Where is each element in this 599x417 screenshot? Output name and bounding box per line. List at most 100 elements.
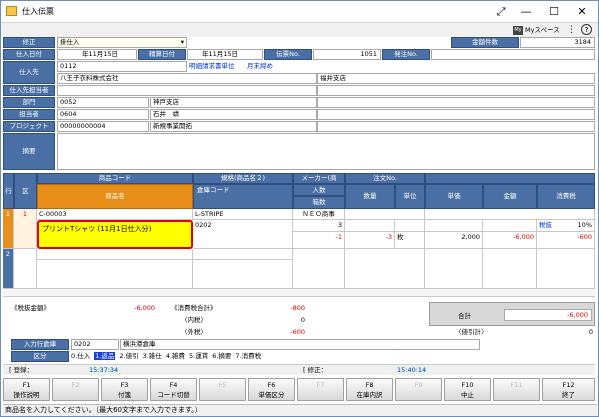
row2-name[interactable] [37,260,193,289]
row1-chumon[interactable] [345,209,425,220]
col-kikaku: 規格(商品名２) [193,173,293,184]
shiiresaki-tantosha-label: 仕入先担当者 [3,85,55,96]
shiiresaki-label: 仕入先 [3,61,55,84]
toroku-label: [ 登録： [9,366,34,374]
project-code-field[interactable]: 00000000004 [57,121,149,132]
myspace-label: Myスペース [525,26,560,34]
row1-shohizei[interactable]: -600 [537,232,595,249]
f6-button[interactable]: F6 単価区分 [248,378,295,401]
row1-maker[interactable]: ＮＥＯ商事 [293,209,345,220]
kubun-option-7[interactable]: 7.消費税 [235,352,261,360]
f5-button[interactable]: F5 [199,378,246,401]
col-irisu: 入数 [293,184,345,196]
row1-kingaku[interactable]: -6,000 [483,232,537,249]
app-window: 仕入伝票 ⤢ — ☐ ✕ My Myスペース ⋮ ? 修正 掛仕入 ▾ 金額件数 … [0,0,599,417]
row1-kikaku[interactable]: L-STRIPE [193,209,293,220]
shiiresaki-code-field[interactable]: 0112 [57,61,187,72]
kubun-option-5[interactable]: 5.運賃 [189,352,208,360]
f1-button[interactable]: F1 操作説明 [3,378,50,401]
f7-button[interactable]: F7 [297,378,344,401]
kubun-option-6[interactable]: 6.摘要 [212,352,231,360]
tanto-label: 担当者 [3,109,55,120]
minimize-button[interactable]: — [511,2,541,21]
myspace-icon: My [513,25,523,35]
zeinuki-value: -6,000 [134,304,155,312]
row2-shohizei[interactable] [537,249,595,289]
f12-button[interactable]: F12 終了 [542,378,595,401]
menu-icon[interactable]: ⋮ [567,24,576,36]
chevron-down-icon: ▾ [180,38,184,46]
row2-soko[interactable] [193,260,293,289]
kubun-option-2[interactable]: 2.値引 [119,352,138,360]
f2-button[interactable]: F2 [52,378,99,401]
row2-kikaku[interactable] [193,249,293,260]
row1-tani[interactable]: 枚 [395,232,425,249]
tanto-code-field[interactable]: 0604 [57,109,149,120]
col-shohin-mei: 商品名 [37,184,193,209]
row1-tanka[interactable]: 2,000 [425,232,483,249]
kubun-option-3[interactable]: 3.雑仕 [143,352,162,360]
shiiresaki-tantosha-field[interactable] [57,85,317,96]
shohizei-total-value: -800 [290,304,305,312]
project-extra [317,121,595,132]
row2-code[interactable] [37,249,193,260]
kubun-option-1[interactable]: 1.返品 [94,352,116,360]
zeinuki-label: 《税抜金額》 [11,304,50,312]
shiire-kubun-value: 掛仕入 [60,38,80,46]
uchizei-label: 〈内税〉 [181,316,207,324]
row1-zei-rate: 10% [577,221,592,229]
row2-kingaku[interactable] [483,249,537,289]
row1-zei-info[interactable]: 税抜 10% [537,220,595,232]
hacchu-field[interactable] [431,49,595,60]
row1-code[interactable]: C-00003 [37,209,193,220]
denpyo-field[interactable]: 1051 [313,49,381,60]
kubun-option-0[interactable]: 0.仕入 [71,352,90,360]
row2-no[interactable]: 2 [3,249,14,289]
shiire-kubun-select[interactable]: 掛仕入 ▾ [57,37,187,48]
f10-button[interactable]: F10 中止 [444,378,491,401]
function-key-bar: F1 操作説明 F2 F3 付箋 F4 コード切替 F5 F6 単価区分 F7 F8 在庫… [3,378,597,402]
denpyo-label: 伝票No. [264,49,312,60]
seisan-hizuke-field[interactable]: 年11月15日 [187,49,263,60]
sotozei-value: -600 [290,328,305,336]
nyuryoku-soko-label: 入力行倉庫 [11,339,69,350]
f11-button[interactable]: F11 [493,378,540,401]
toroku-time: 15:37:34 [85,365,123,375]
row1-zei-kubun: 税抜 [539,221,552,229]
bumon-code-field[interactable]: 0052 [57,97,149,108]
f8-button[interactable]: F8 在庫内訳 [346,378,393,401]
shiire-hizuke-field[interactable]: 年11月15日 [57,49,137,60]
row1-soko[interactable]: 0202 [193,220,293,249]
col-tanka: 単価 [425,184,483,209]
row1-hakosu[interactable]: -1 [293,232,345,249]
kubun-options: 0.仕入 1.返品 2.値引 3.雑仕 4.雑費 5.運賃 6.摘要 7.消費税 [71,351,261,362]
shusei-label: 修正 [3,37,55,48]
nyuryoku-soko-code[interactable]: 0202 [71,339,119,350]
gokei-box: 合計 -6,000 [429,302,595,326]
shiten-name: 福井支店 [317,73,595,84]
row1-no[interactable]: 1 [3,209,14,249]
f4-button[interactable]: F4 コード切替 [150,378,197,401]
f3-button[interactable]: F3 付箋 [101,378,148,401]
row2-maker[interactable] [293,249,345,289]
tekiyo-field[interactable] [57,133,595,170]
row2-ku[interactable] [14,249,37,289]
help-icon[interactable]: ? [581,24,592,35]
row2-tanka[interactable] [425,249,483,289]
row1-name-field[interactable]: プリントTシャツ (11月1日仕入分) [37,220,193,249]
gokei-label: 合計 [458,312,471,320]
col-blank-top [425,173,595,184]
f9-button[interactable]: F9 [395,378,442,401]
row1-ku[interactable]: 1 [14,209,37,249]
kubun-option-4[interactable]: 4.雑費 [166,352,185,360]
col-kingaku: 金額 [483,184,537,209]
myspace-button[interactable]: My Myスペース [513,24,560,36]
maximize-button[interactable]: ☐ [539,2,569,21]
row2-chumon[interactable] [345,249,425,289]
close-button[interactable]: ✕ [567,2,597,21]
col-suryo: 数量 [345,184,395,209]
shohizei-total-label: 《消費税合計》 [171,304,217,312]
window-title: 仕入伝票 [22,7,54,16]
row1-suryo[interactable]: -3 [345,232,395,249]
row1-irisu[interactable]: 3 [293,220,345,232]
